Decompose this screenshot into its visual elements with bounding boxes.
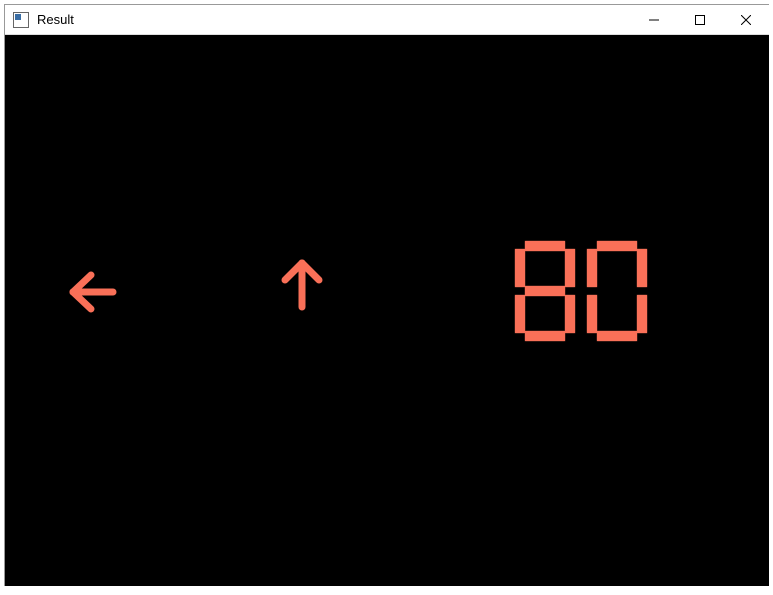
image-content	[5, 35, 769, 586]
window-title: Result	[37, 12, 74, 27]
maximize-button[interactable]	[677, 5, 723, 35]
titlebar[interactable]: Result	[5, 5, 769, 35]
app-icon	[13, 12, 29, 28]
window-controls	[631, 5, 769, 34]
arrow-left-icon	[65, 267, 121, 317]
maximize-icon	[695, 15, 705, 25]
digit-8	[515, 241, 575, 341]
close-button[interactable]	[723, 5, 769, 35]
close-icon	[741, 15, 751, 25]
seven-segment-display	[515, 241, 647, 341]
minimize-button[interactable]	[631, 5, 677, 35]
digit-0	[587, 241, 647, 341]
result-window: Result	[4, 4, 769, 586]
arrow-up-icon	[277, 253, 327, 313]
minimize-icon	[649, 15, 659, 25]
